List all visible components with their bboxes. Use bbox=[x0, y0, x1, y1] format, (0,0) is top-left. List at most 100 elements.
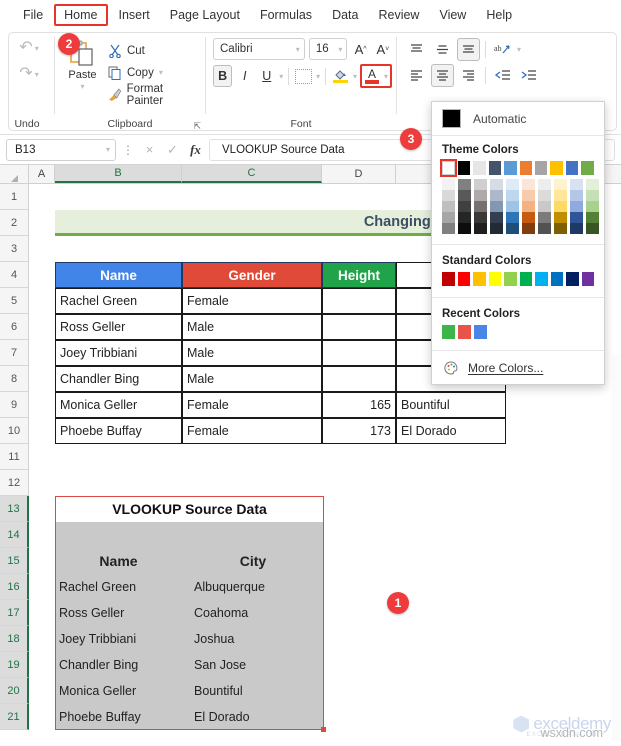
standard-color-swatch-8[interactable] bbox=[566, 272, 579, 286]
row-header-14[interactable]: 14 bbox=[0, 522, 29, 548]
theme-shade-swatch-7-4[interactable] bbox=[554, 223, 567, 234]
borders-chevron-down-icon[interactable]: ▾ bbox=[316, 72, 320, 81]
row-header-5[interactable]: 5 bbox=[0, 288, 29, 314]
cell-B12[interactable] bbox=[55, 470, 182, 496]
cell-B3[interactable] bbox=[55, 236, 182, 262]
vlookup-cell-city[interactable]: Coahoma bbox=[182, 600, 324, 626]
row-header-11[interactable]: 11 bbox=[0, 444, 29, 470]
vlookup-spacer[interactable] bbox=[55, 522, 324, 548]
table-header-gender[interactable]: Gender bbox=[182, 262, 322, 288]
automatic-color-option[interactable]: Automatic bbox=[432, 102, 604, 136]
cell-B1[interactable] bbox=[55, 184, 182, 210]
font-color-button[interactable]: A ▾ bbox=[359, 64, 392, 88]
cell-gender[interactable]: Male bbox=[182, 340, 322, 366]
theme-shade-swatch-1-1[interactable] bbox=[458, 190, 471, 201]
cell-A1[interactable] bbox=[29, 184, 55, 210]
cell-A19[interactable] bbox=[29, 652, 55, 678]
vlookup-header-city[interactable]: City bbox=[182, 548, 324, 574]
theme-color-swatch-7[interactable] bbox=[550, 161, 563, 175]
theme-color-swatch-4[interactable] bbox=[504, 161, 517, 175]
theme-color-swatch-8[interactable] bbox=[565, 161, 579, 175]
cell-D11[interactable] bbox=[322, 444, 396, 470]
theme-shade-swatch-8-4[interactable] bbox=[570, 223, 583, 234]
theme-shade-swatch-9-1[interactable] bbox=[586, 190, 599, 201]
theme-shade-swatch-4-0[interactable] bbox=[506, 179, 519, 190]
theme-shade-swatch-4-4[interactable] bbox=[506, 223, 519, 234]
cell-height[interactable]: 165 bbox=[322, 392, 396, 418]
theme-shade-swatch-0-1[interactable] bbox=[442, 190, 455, 201]
standard-color-swatch-7[interactable] bbox=[550, 272, 563, 286]
ribbon-tab-help[interactable]: Help bbox=[477, 5, 521, 26]
row-header-19[interactable]: 19 bbox=[0, 652, 29, 678]
cell-gender[interactable]: Male bbox=[182, 314, 322, 340]
clipboard-dialog-launcher[interactable]: ⇱ bbox=[193, 121, 201, 132]
cell-A9[interactable] bbox=[29, 392, 55, 418]
cell-height[interactable]: 173 bbox=[322, 418, 396, 444]
italic-button[interactable]: I bbox=[235, 65, 254, 87]
table-header-name[interactable]: Name bbox=[55, 262, 182, 288]
row-header-1[interactable]: 1 bbox=[0, 184, 29, 210]
theme-color-swatch-0[interactable] bbox=[440, 159, 457, 177]
theme-shade-swatch-2-0[interactable] bbox=[474, 179, 487, 190]
theme-shade-swatch-9-3[interactable] bbox=[586, 212, 599, 223]
cell-name[interactable]: Ross Geller bbox=[55, 314, 182, 340]
align-right-button[interactable] bbox=[457, 64, 480, 87]
select-all-corner[interactable] bbox=[0, 165, 29, 183]
theme-shade-swatch-7-0[interactable] bbox=[554, 179, 567, 190]
cell-E11[interactable] bbox=[396, 444, 506, 470]
vlookup-cell-city[interactable]: El Dorado bbox=[182, 704, 324, 730]
theme-shade-swatch-9-4[interactable] bbox=[586, 223, 599, 234]
theme-shade-swatch-3-2[interactable] bbox=[490, 201, 503, 212]
vlookup-cell-name[interactable]: Monica Geller bbox=[55, 678, 182, 704]
theme-shade-swatch-6-3[interactable] bbox=[538, 212, 551, 223]
column-header-D[interactable]: D bbox=[322, 165, 396, 183]
theme-shade-swatch-8-0[interactable] bbox=[570, 179, 583, 190]
cell-height[interactable] bbox=[322, 340, 396, 366]
standard-color-swatch-3[interactable] bbox=[488, 272, 501, 286]
theme-shade-swatch-2-4[interactable] bbox=[474, 223, 487, 234]
standard-color-swatch-4[interactable] bbox=[504, 272, 517, 286]
theme-shade-swatch-8-3[interactable] bbox=[570, 212, 583, 223]
vlookup-cell-name[interactable]: Joey Tribbiani bbox=[55, 626, 182, 652]
theme-shade-swatch-6-1[interactable] bbox=[538, 190, 551, 201]
ribbon-tab-page-layout[interactable]: Page Layout bbox=[161, 5, 249, 26]
theme-shade-swatch-7-3[interactable] bbox=[554, 212, 567, 223]
theme-shade-swatch-4-1[interactable] bbox=[506, 190, 519, 201]
theme-shade-swatch-0-4[interactable] bbox=[442, 223, 455, 234]
cut-button[interactable]: Cut bbox=[108, 41, 201, 60]
theme-shade-swatch-5-2[interactable] bbox=[522, 201, 535, 212]
ribbon-tab-review[interactable]: Review bbox=[369, 5, 428, 26]
format-painter-button[interactable]: Format Painter bbox=[108, 83, 201, 107]
recent-color-swatch-0[interactable] bbox=[442, 325, 455, 339]
standard-color-swatch-9[interactable] bbox=[581, 272, 594, 286]
cell-A15[interactable] bbox=[29, 548, 55, 574]
align-center-button[interactable] bbox=[431, 64, 454, 87]
fill-color-button[interactable] bbox=[331, 65, 350, 87]
theme-shade-swatch-5-1[interactable] bbox=[522, 190, 535, 201]
cell-gender[interactable]: Male bbox=[182, 366, 322, 392]
theme-shade-swatch-5-0[interactable] bbox=[522, 179, 535, 190]
decrease-font-size-button[interactable]: A ˅ bbox=[374, 38, 392, 60]
cell-A4[interactable] bbox=[29, 262, 55, 288]
column-header-B[interactable]: B bbox=[55, 165, 182, 183]
more-colors-button[interactable]: More Colors... bbox=[432, 353, 604, 384]
align-middle-button[interactable] bbox=[431, 38, 454, 61]
row-header-21[interactable]: 21 bbox=[0, 704, 29, 730]
theme-shade-swatch-5-4[interactable] bbox=[522, 223, 535, 234]
standard-color-swatch-1[interactable] bbox=[457, 272, 470, 286]
cell-A16[interactable] bbox=[29, 574, 55, 600]
ribbon-tab-data[interactable]: Data bbox=[323, 5, 367, 26]
row-header-12[interactable]: 12 bbox=[0, 470, 29, 496]
cell-name[interactable]: Joey Tribbiani bbox=[55, 340, 182, 366]
theme-shade-swatch-9-0[interactable] bbox=[586, 179, 599, 190]
standard-color-swatch-5[interactable] bbox=[519, 272, 532, 286]
chevron-down-icon[interactable]: ▾ bbox=[296, 45, 300, 54]
cell-A11[interactable] bbox=[29, 444, 55, 470]
cell-name[interactable]: Monica Geller bbox=[55, 392, 182, 418]
theme-color-swatch-5[interactable] bbox=[519, 161, 532, 175]
align-left-button[interactable] bbox=[405, 64, 428, 87]
align-bottom-button[interactable] bbox=[457, 38, 480, 61]
cell-A13[interactable] bbox=[29, 496, 55, 522]
cell-D1[interactable] bbox=[322, 184, 396, 210]
theme-color-swatch-9[interactable] bbox=[581, 161, 594, 175]
